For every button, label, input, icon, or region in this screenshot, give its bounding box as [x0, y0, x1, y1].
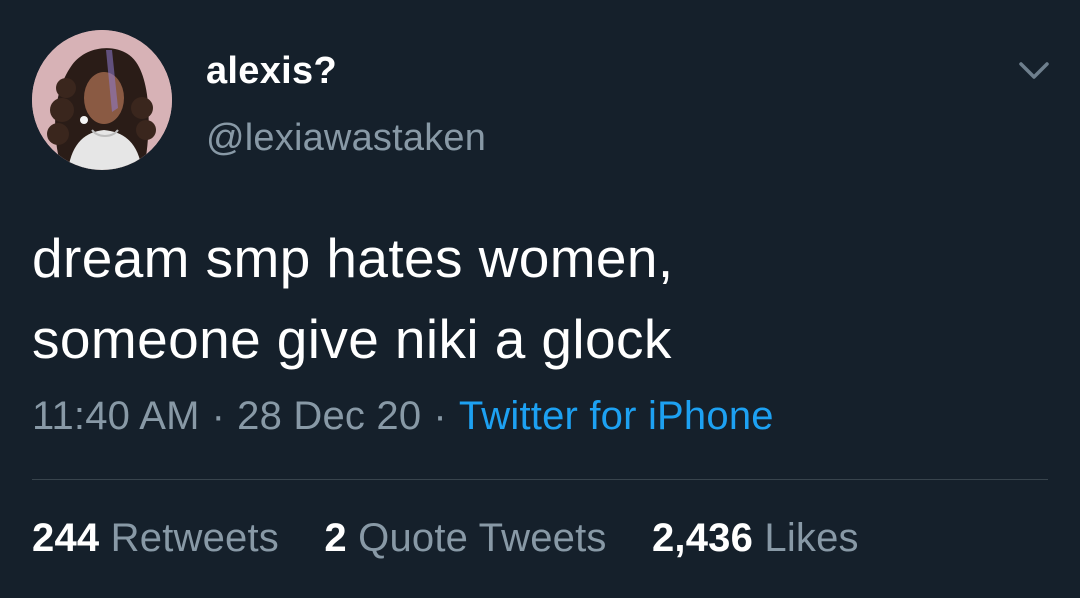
quote-tweets-stat[interactable]: 2 Quote Tweets — [324, 516, 606, 560]
user-handle[interactable]: @lexiawastaken — [206, 117, 486, 160]
retweets-label: Retweets — [110, 516, 280, 560]
retweets-stat[interactable]: 244 Retweets — [32, 516, 279, 560]
tweet-time[interactable]: 11:40 AM — [32, 394, 200, 438]
likes-stat[interactable]: 2,436 Likes — [652, 516, 859, 560]
engagement-stats: 244 Retweets 2 Quote Tweets 2,436 Likes — [32, 516, 893, 561]
likes-count: 2,436 — [651, 516, 754, 560]
tweet-meta: 11:40 AM · 28 Dec 20 · Twitter for iPhone — [32, 394, 774, 439]
meta-separator: · — [433, 394, 447, 438]
chevron-down-icon[interactable] — [1014, 56, 1054, 86]
tweet-date[interactable]: 28 Dec 20 — [237, 394, 421, 438]
likes-label: Likes — [764, 516, 859, 560]
tweet-text-line: someone give niki a glock — [32, 308, 672, 370]
quote-tweets-label: Quote Tweets — [358, 516, 607, 560]
quote-tweets-count: 2 — [324, 516, 347, 560]
tweet-card: alexis? @lexiawastaken dream smp hates w… — [0, 0, 1080, 598]
avatar[interactable] — [32, 30, 172, 170]
tweet-text: dream smp hates women, someone give niki… — [32, 218, 1042, 380]
avatar-illustration — [32, 30, 172, 170]
display-name[interactable]: alexis? — [206, 50, 337, 93]
tweet-text-line: dream smp hates women, — [32, 227, 674, 289]
retweets-count: 244 — [32, 516, 100, 560]
divider — [32, 479, 1048, 480]
meta-separator: · — [211, 394, 226, 438]
tweet-source-link[interactable]: Twitter for iPhone — [459, 394, 774, 438]
